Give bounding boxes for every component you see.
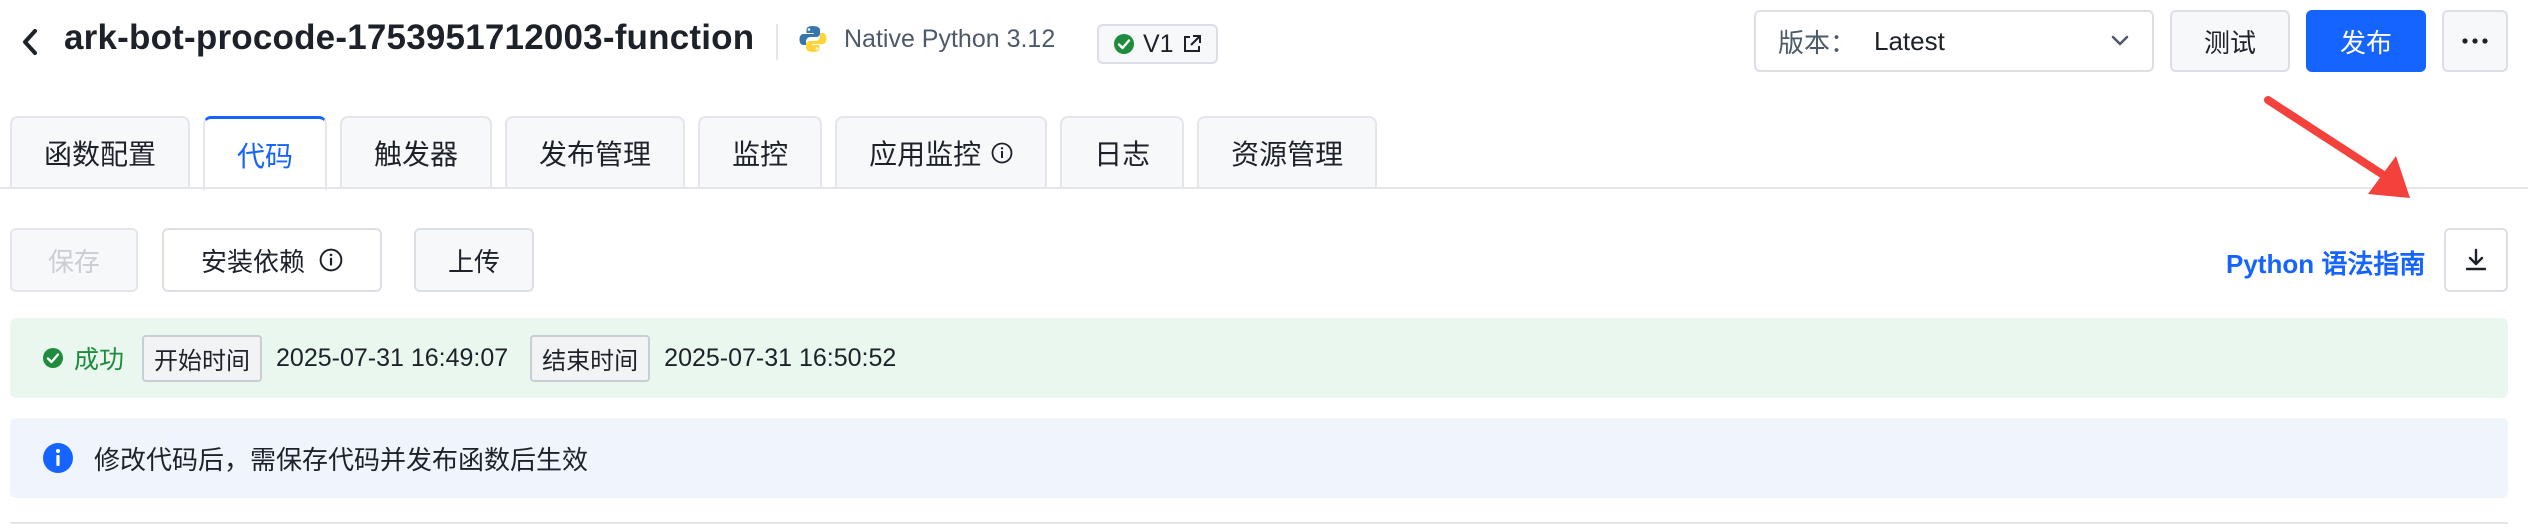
tab-label: 触发器: [374, 139, 459, 170]
more-button[interactable]: [2442, 10, 2508, 72]
function-title: ark-bot-procode-1753951712003-function: [64, 18, 755, 57]
tab-release-management[interactable]: 发布管理: [505, 116, 686, 188]
tab-resource-management[interactable]: 资源管理: [1197, 116, 1378, 188]
red-arrow-annotation: [2264, 96, 2410, 198]
chevron-down-icon: [2111, 35, 2129, 46]
upload-button[interactable]: 上传: [414, 228, 534, 292]
end-time-value: 2025-07-31 16:50:52: [664, 343, 897, 372]
tab-code[interactable]: 代码: [203, 116, 328, 190]
tab-triggers[interactable]: 触发器: [340, 116, 493, 188]
tab-label: 发布管理: [539, 139, 652, 170]
version-select-value: Latest: [1874, 25, 1945, 56]
editor-top-border: [10, 522, 2508, 524]
tabs-divider: [0, 187, 2528, 189]
tab-label: 代码: [237, 140, 294, 172]
runtime-label: Native Python 3.12: [844, 24, 1056, 53]
save-button[interactable]: 保存: [10, 228, 138, 292]
version-select[interactable]: 版本： Latest: [1754, 10, 2154, 72]
check-circle-icon: [43, 348, 63, 368]
end-time-label: 结束时间: [530, 334, 651, 382]
install-deps-button[interactable]: 安装依赖: [162, 228, 382, 292]
info-circle-icon: [319, 248, 343, 272]
more-icon: [2462, 38, 2488, 44]
version-tag[interactable]: V1: [1097, 24, 1218, 64]
check-circle-icon: [1114, 34, 1134, 54]
tab-label: 资源管理: [1231, 139, 1344, 170]
publish-button[interactable]: 发布: [2306, 10, 2426, 72]
install-deps-label: 安装依赖: [200, 246, 305, 277]
python-guide-link[interactable]: Python 语法指南: [2226, 244, 2425, 281]
external-link-icon: [1183, 35, 1201, 52]
download-button[interactable]: [2444, 228, 2508, 292]
start-time-label: 开始时间: [142, 334, 263, 382]
header: ark-bot-procode-1753951712003-function N…: [0, 0, 2528, 84]
tab-label: 监控: [732, 139, 789, 170]
version-select-label: 版本：: [1778, 27, 1857, 58]
back-arrow-icon: [23, 29, 37, 55]
header-divider: [776, 24, 778, 60]
runtime-info: Native Python 3.12: [798, 24, 1055, 54]
build-status-bar: 成功 开始时间 2025-07-31 16:49:07 结束时间 2025-07…: [10, 318, 2508, 398]
start-time-value: 2025-07-31 16:49:07: [276, 343, 509, 372]
tab-app-monitoring[interactable]: 应用监控: [835, 116, 1048, 188]
back-button[interactable]: [14, 22, 46, 62]
test-button[interactable]: 测试: [2170, 10, 2290, 72]
status-result: 成功: [42, 340, 124, 376]
version-tag-label: V1: [1143, 29, 1174, 58]
info-message: 修改代码后，需保存代码并发布函数后生效: [94, 444, 589, 475]
tab-monitoring[interactable]: 监控: [698, 116, 823, 188]
info-notice: 修改代码后，需保存代码并发布函数后生效: [10, 418, 2508, 498]
python-icon: [799, 26, 827, 52]
info-circle-icon: [991, 142, 1013, 164]
tab-label: 应用监控: [869, 139, 982, 170]
status-result-label: 成功: [74, 346, 125, 374]
tab-bar: 函数配置 代码 触发器 发布管理 监控 应用监控 日志 资源管理: [10, 116, 1378, 190]
download-icon: [2465, 248, 2487, 271]
tab-label: 函数配置: [44, 139, 157, 170]
tab-logs[interactable]: 日志: [1060, 116, 1185, 188]
info-filled-icon: [43, 443, 73, 473]
tab-label: 日志: [1094, 139, 1151, 170]
tab-function-config[interactable]: 函数配置: [10, 116, 191, 188]
